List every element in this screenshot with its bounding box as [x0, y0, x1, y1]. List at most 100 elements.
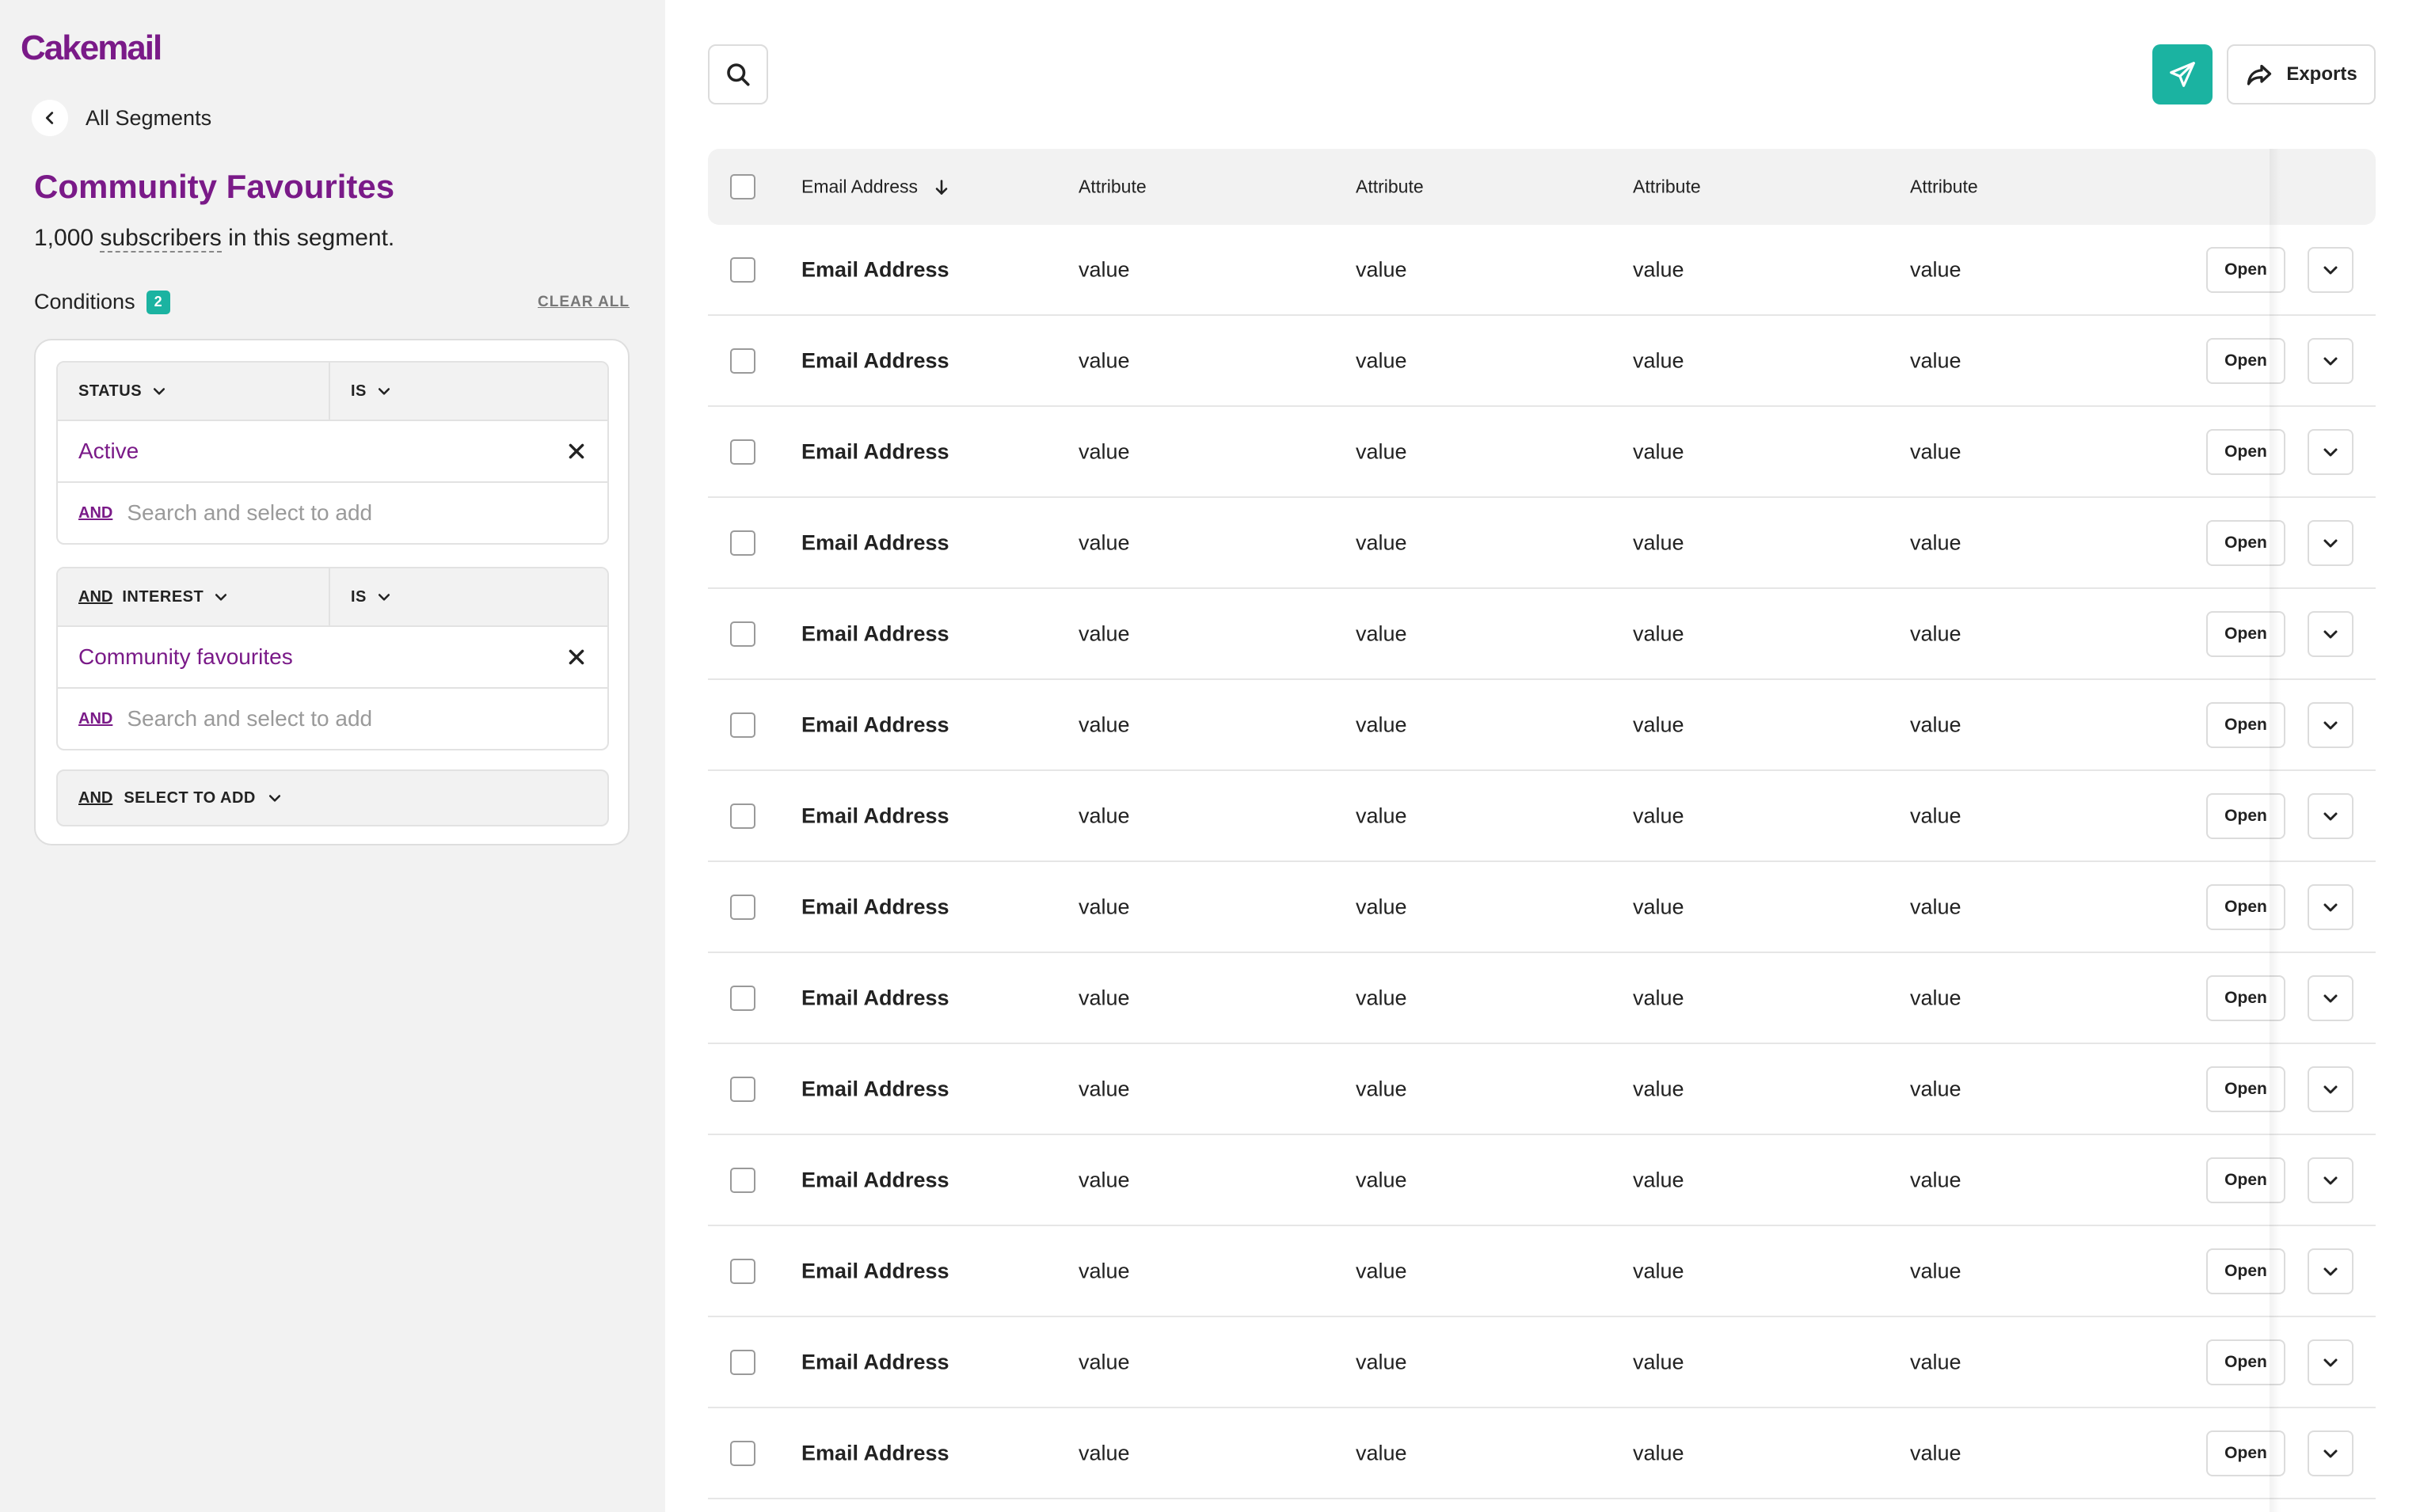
- column-header-email-address[interactable]: Email Address: [801, 177, 951, 198]
- open-button[interactable]: Open: [2206, 610, 2285, 657]
- operator-dropdown-status[interactable]: IS: [330, 363, 607, 420]
- open-button[interactable]: Open: [2206, 1157, 2285, 1203]
- field-dropdown-status[interactable]: STATUS: [58, 363, 330, 420]
- open-button[interactable]: Open: [2206, 519, 2285, 566]
- row-menu-button[interactable]: [2308, 1430, 2353, 1476]
- column-header-label: Email Address: [801, 176, 919, 197]
- exports-button[interactable]: Exports: [2227, 44, 2376, 104]
- subscribers-tooltip-term[interactable]: subscribers: [100, 225, 222, 253]
- and-prefix-link[interactable]: AND: [78, 789, 112, 807]
- conditions-header: Conditions 2 CLEAR ALL: [34, 290, 630, 314]
- paper-plane-icon: [2170, 62, 2195, 87]
- cell-attribute-3: value: [1633, 1259, 1684, 1282]
- row-menu-button[interactable]: [2308, 792, 2353, 839]
- column-header-attribute-3[interactable]: Attribute: [1633, 177, 1701, 198]
- cell-attribute-1: value: [1079, 1077, 1130, 1100]
- cell-attribute-4: value: [1910, 439, 1961, 463]
- row-checkbox[interactable]: [730, 1167, 755, 1193]
- open-button[interactable]: Open: [2206, 428, 2285, 475]
- row-checkbox[interactable]: [730, 1258, 755, 1284]
- clear-all-button[interactable]: CLEAR ALL: [538, 294, 630, 311]
- row-checkbox[interactable]: [730, 530, 755, 556]
- cell-email-address: Email Address: [801, 1077, 949, 1100]
- add-value-search-input[interactable]: [127, 706, 571, 731]
- open-button[interactable]: Open: [2206, 883, 2285, 930]
- remove-value-close-icon[interactable]: [566, 647, 587, 667]
- logo[interactable]: Cakemail: [21, 28, 162, 68]
- operator-dropdown-interest[interactable]: IS: [330, 568, 607, 625]
- row-checkbox[interactable]: [730, 621, 755, 647]
- chevron-down-icon: [215, 594, 227, 601]
- cell-attribute-1: value: [1079, 530, 1130, 554]
- row-checkbox[interactable]: [730, 439, 755, 465]
- subscriber-count-value: 1,000: [34, 225, 94, 251]
- row-checkbox[interactable]: [730, 712, 755, 738]
- row-menu-button[interactable]: [2308, 246, 2353, 293]
- selected-value-row: Active: [58, 421, 607, 483]
- open-button[interactable]: Open: [2206, 337, 2285, 384]
- cell-attribute-3: value: [1633, 895, 1684, 918]
- cell-attribute-1: value: [1079, 439, 1130, 463]
- column-header-attribute-1[interactable]: Attribute: [1079, 177, 1147, 198]
- row-menu-button[interactable]: [2308, 337, 2353, 384]
- row-menu-button[interactable]: [2308, 428, 2353, 475]
- row-checkbox[interactable]: [730, 1076, 755, 1102]
- cell-attribute-2: value: [1356, 1441, 1407, 1465]
- select-to-add-label: SELECT TO ADD: [124, 788, 256, 807]
- row-menu-button[interactable]: [2308, 974, 2353, 1021]
- cell-email-address: Email Address: [801, 348, 949, 372]
- row-checkbox[interactable]: [730, 256, 755, 283]
- row-checkbox[interactable]: [730, 894, 755, 920]
- row-menu-button[interactable]: [2308, 610, 2353, 657]
- open-button[interactable]: Open: [2206, 1066, 2285, 1112]
- row-checkbox[interactable]: [730, 985, 755, 1011]
- cell-attribute-2: value: [1356, 530, 1407, 554]
- operator-label: IS: [351, 587, 367, 606]
- row-checkbox[interactable]: [730, 348, 755, 374]
- column-header-attribute-2[interactable]: Attribute: [1356, 177, 1424, 198]
- conditions-card: STATUS IS Active AND AND: [34, 339, 630, 845]
- chevron-down-icon: [378, 388, 390, 395]
- chevron-down-icon: [2323, 266, 2338, 274]
- cell-attribute-4: value: [1910, 530, 1961, 554]
- open-button[interactable]: Open: [2206, 792, 2285, 839]
- row-menu-button[interactable]: [2308, 519, 2353, 566]
- field-dropdown-interest[interactable]: AND INTEREST: [58, 568, 330, 625]
- remove-value-close-icon[interactable]: [566, 441, 587, 462]
- row-menu-button[interactable]: [2308, 1157, 2353, 1203]
- condition-group-interest: AND INTEREST IS Community favourites AND: [56, 567, 609, 750]
- and-toggle-link[interactable]: AND: [78, 710, 112, 728]
- cell-email-address: Email Address: [801, 1259, 949, 1282]
- open-button[interactable]: Open: [2206, 1248, 2285, 1294]
- and-prefix-link[interactable]: AND: [78, 588, 112, 606]
- row-menu-button[interactable]: [2308, 1066, 2353, 1112]
- row-checkbox[interactable]: [730, 1349, 755, 1375]
- row-checkbox[interactable]: [730, 803, 755, 829]
- send-campaign-button[interactable]: [2152, 44, 2213, 104]
- row-checkbox[interactable]: [730, 1440, 755, 1466]
- select-all-checkbox[interactable]: [730, 174, 755, 199]
- open-button[interactable]: Open: [2206, 974, 2285, 1021]
- conditions-count-badge: 2: [146, 290, 170, 314]
- open-button[interactable]: Open: [2206, 1339, 2285, 1385]
- open-button[interactable]: Open: [2206, 1430, 2285, 1476]
- cell-attribute-4: value: [1910, 1350, 1961, 1373]
- row-menu-button[interactable]: [2308, 883, 2353, 930]
- column-header-attribute-4[interactable]: Attribute: [1910, 177, 1978, 198]
- cell-attribute-1: value: [1079, 257, 1130, 281]
- back-to-all-segments-link[interactable]: All Segments: [32, 100, 211, 136]
- sidebar: Cakemail All Segments Community Favourit…: [0, 0, 665, 1512]
- add-condition-dropdown[interactable]: AND SELECT TO ADD: [56, 769, 609, 826]
- cell-attribute-1: value: [1079, 712, 1130, 736]
- open-button[interactable]: Open: [2206, 246, 2285, 293]
- add-value-search-input[interactable]: [127, 500, 571, 526]
- cell-attribute-3: value: [1633, 348, 1684, 372]
- row-menu-button[interactable]: [2308, 701, 2353, 748]
- row-menu-button[interactable]: [2308, 1339, 2353, 1385]
- subscriber-count-suffix: in this segment.: [228, 225, 395, 251]
- search-button[interactable]: [708, 44, 768, 104]
- cell-attribute-3: value: [1633, 1168, 1684, 1191]
- row-menu-button[interactable]: [2308, 1248, 2353, 1294]
- and-toggle-link[interactable]: AND: [78, 504, 112, 522]
- open-button[interactable]: Open: [2206, 701, 2285, 748]
